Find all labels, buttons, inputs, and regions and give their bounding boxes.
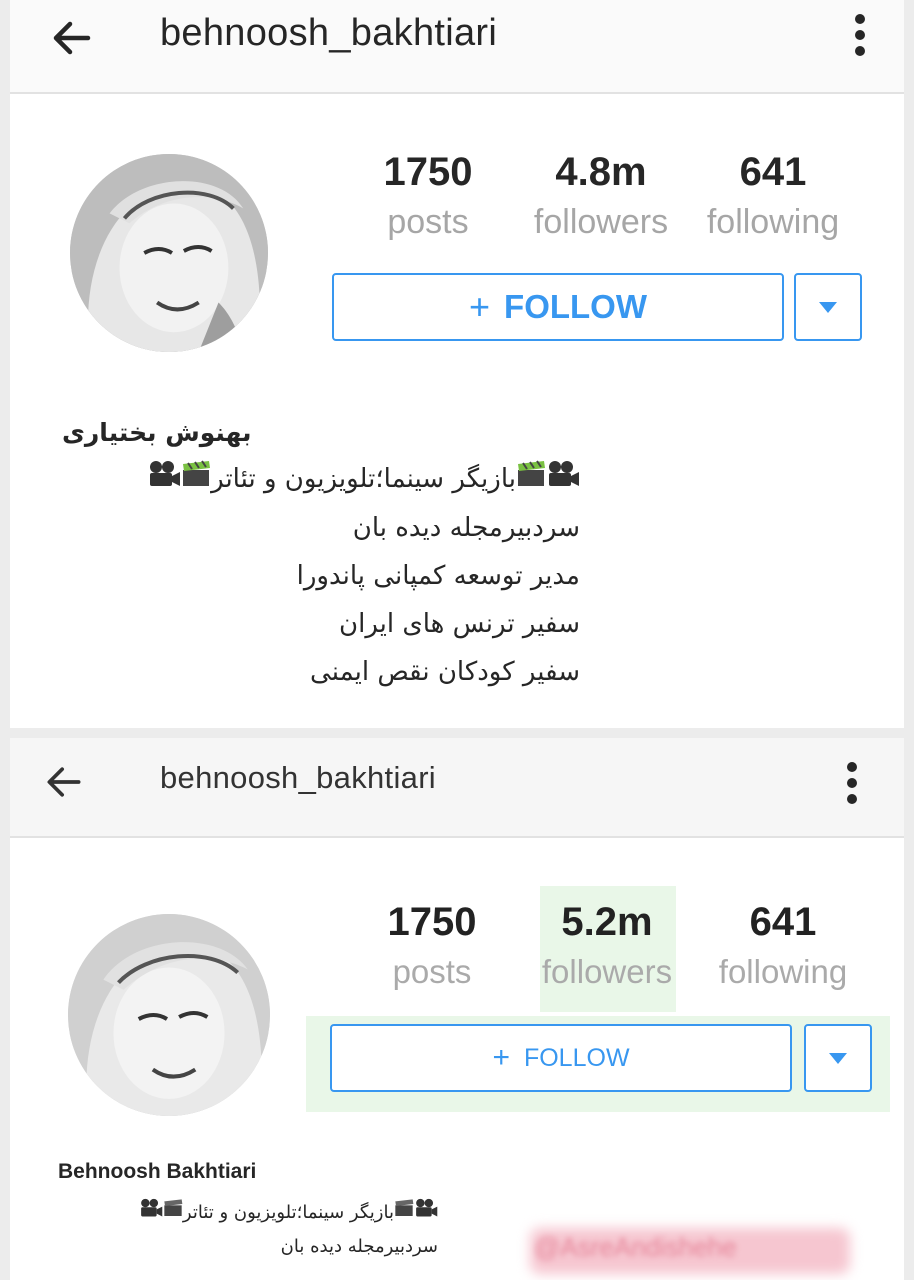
clapperboard-icon bbox=[516, 456, 546, 504]
suggested-dropdown-button[interactable] bbox=[794, 273, 862, 341]
stat-label: following bbox=[706, 203, 840, 241]
watermark-text: @AsreAndishehe bbox=[534, 1232, 737, 1262]
stat-value: 641 bbox=[749, 900, 817, 944]
back-arrow-icon[interactable] bbox=[48, 14, 96, 62]
stat-followers[interactable]: 5.2m followers bbox=[520, 900, 694, 991]
movie-camera-icon bbox=[414, 1196, 438, 1230]
more-vert-icon[interactable] bbox=[842, 758, 862, 812]
suggested-dropdown-button[interactable] bbox=[804, 1024, 872, 1092]
stat-posts[interactable]: 1750 posts bbox=[358, 150, 498, 242]
bio-name: بهنوش بختیاری bbox=[62, 418, 252, 447]
avatar[interactable] bbox=[68, 914, 270, 1116]
follow-button[interactable]: + FOLLOW bbox=[330, 1024, 792, 1092]
bio-line: بازیگر سینما؛تلویزیون و تئاتر bbox=[50, 455, 580, 504]
bio-line: سفیر کودکان نقص ایمنی bbox=[310, 656, 580, 687]
profile-username: behnoosh_bakhtiari bbox=[160, 12, 498, 54]
clapperboard-icon bbox=[394, 1196, 414, 1230]
plus-icon: + bbox=[492, 1041, 510, 1074]
bio-line-text: بازیگر سینما؛تلویزیون و تئاتر bbox=[211, 464, 516, 494]
stat-label: posts bbox=[387, 203, 469, 241]
clapperboard-icon bbox=[181, 456, 211, 504]
stat-value: 1750 bbox=[383, 150, 473, 194]
follow-button[interactable]: + FOLLOW bbox=[332, 273, 784, 341]
bio-line-text: بازیگر سینما؛تلویزیون و تئاتر bbox=[182, 1202, 394, 1223]
bio-name: Behnoosh Bakhtiari bbox=[58, 1160, 257, 1183]
stat-value: 1750 bbox=[387, 900, 477, 944]
back-arrow-icon[interactable] bbox=[42, 760, 90, 808]
stat-following[interactable]: 641 following bbox=[700, 900, 866, 991]
movie-camera-icon bbox=[546, 456, 580, 504]
stat-label: following bbox=[718, 953, 848, 990]
stat-following[interactable]: 641 following bbox=[692, 150, 854, 242]
stat-label: followers bbox=[541, 953, 673, 990]
bio-line: سردبیرمجله دیده بان bbox=[352, 512, 580, 543]
bio: بهنوش بختیاری بازیگر سینما؛تلویزیون و تئ… bbox=[50, 418, 580, 696]
bio-line: سفیر ترنس های ایران bbox=[339, 608, 580, 639]
dropdown-triangle-icon bbox=[829, 1052, 847, 1064]
more-vert-icon[interactable] bbox=[850, 10, 870, 64]
follow-label: FOLLOW bbox=[504, 288, 647, 325]
avatar[interactable] bbox=[70, 154, 268, 352]
stat-value: 641 bbox=[739, 150, 807, 194]
profile-username: behnoosh_bakhtiari bbox=[160, 760, 436, 795]
follow-label: FOLLOW bbox=[523, 1043, 630, 1072]
stat-posts[interactable]: 1750 posts bbox=[362, 900, 502, 991]
app-bar: behnoosh_bakhtiari bbox=[10, 0, 904, 94]
stat-value: 5.2m bbox=[561, 900, 653, 944]
bio-line: سردبیرمجله دیده بان bbox=[280, 1236, 438, 1257]
stat-value: 4.8m bbox=[555, 150, 647, 194]
stat-label: followers bbox=[533, 203, 669, 241]
profile-screenshot-bottom: behnoosh_bakhtiari 1750 posts 5.2m follo… bbox=[0, 738, 914, 1280]
profile-screenshot-top: behnoosh_bakhtiari 1750 posts 4.8m follo… bbox=[0, 0, 914, 728]
plus-icon: + bbox=[469, 286, 491, 327]
app-bar: behnoosh_bakhtiari bbox=[10, 738, 904, 838]
bio-line: مدیر توسعه کمپانی پاندورا bbox=[296, 560, 580, 591]
stat-label: posts bbox=[392, 953, 472, 990]
dropdown-triangle-icon bbox=[819, 301, 837, 313]
bio: Behnoosh Bakhtiari بازیگر سینما؛تلویزیون… bbox=[58, 1160, 438, 1264]
movie-camera-icon bbox=[139, 1196, 163, 1230]
bio-line: بازیگر سینما؛تلویزیون و تئاتر bbox=[58, 1196, 438, 1230]
movie-camera-icon bbox=[147, 456, 181, 504]
stat-followers[interactable]: 4.8m followers bbox=[515, 150, 687, 242]
clapperboard-icon bbox=[163, 1196, 183, 1230]
